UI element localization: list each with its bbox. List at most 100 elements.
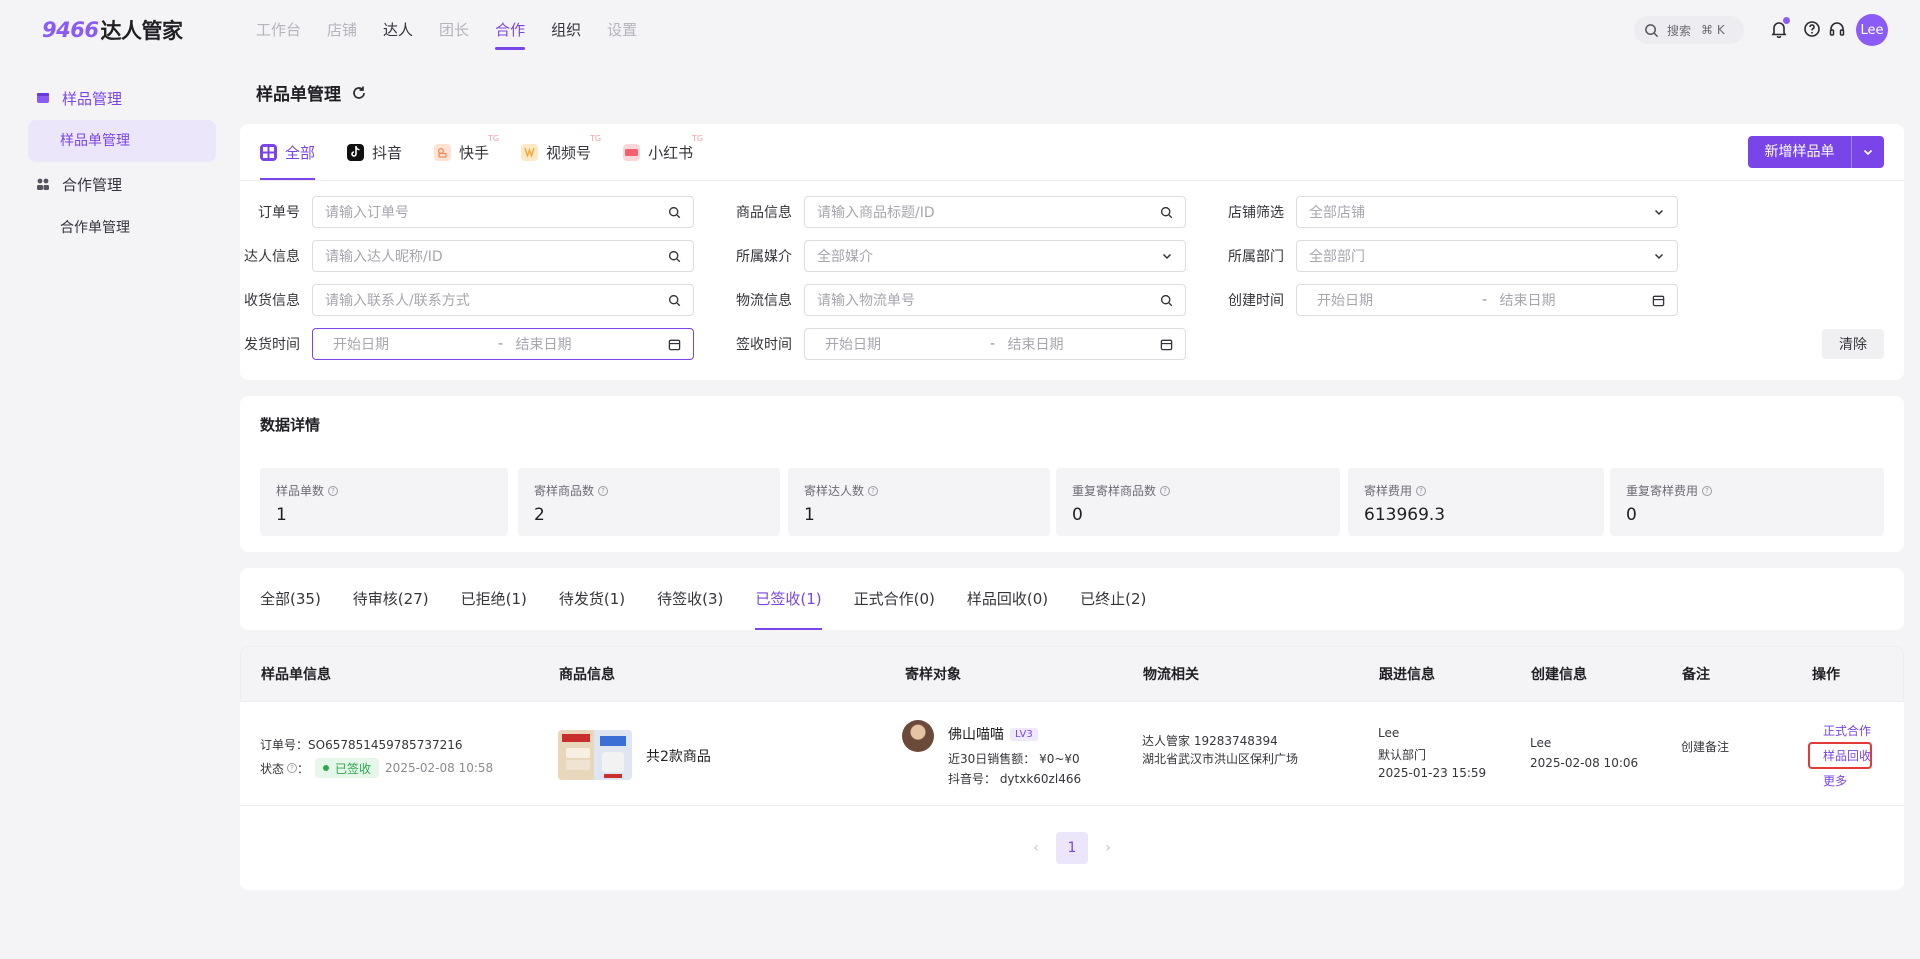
question-icon[interactable]: ? — [1702, 485, 1713, 496]
status-label: 状态 — [260, 761, 285, 776]
logistics-placeholder: 请输入物流单号 — [817, 293, 915, 309]
column-header: 商品信息 — [559, 667, 615, 683]
grid-people-icon — [37, 178, 49, 190]
receiver-input[interactable]: 请输入联系人/联系方式 — [312, 284, 694, 316]
question-icon[interactable]: ? — [868, 485, 879, 496]
creator-name[interactable]: 佛山喵喵 — [948, 727, 1004, 743]
status-tab-formal-cooperation[interactable]: 正式合作(0) — [854, 568, 935, 630]
media-select[interactable]: 全部媒介 — [804, 240, 1186, 272]
page-number[interactable]: 1 — [1056, 832, 1088, 864]
headset-icon[interactable] — [1828, 20, 1848, 40]
created-date-range[interactable]: 开始日期 - 结束日期 — [1296, 284, 1678, 316]
question-icon[interactable]: ? — [328, 485, 339, 496]
sidebar-item-coop-orders[interactable]: 合作单管理 — [28, 207, 216, 249]
status-badge-text: 已签收 — [335, 761, 372, 776]
status-tab-to-sign[interactable]: 待签收(3) — [657, 568, 723, 630]
product-thumbnail[interactable] — [558, 730, 632, 780]
brand-logo[interactable]: 9466 达人管家 — [42, 16, 183, 44]
formal-cooperation-link[interactable]: 正式合作 — [1823, 722, 1871, 739]
shipped-date-range[interactable]: 开始日期 - 结束日期 — [312, 328, 694, 360]
clear-filters-button[interactable]: 清除 — [1822, 329, 1884, 359]
range-separator: - — [989, 336, 996, 352]
sample-recycle-link[interactable]: 样品回收 — [1823, 747, 1871, 764]
table-row: 订单号：SO657851459785737216 状态 ? ： 已签收 2025… — [240, 702, 1904, 806]
question-icon[interactable]: ? — [287, 763, 298, 773]
user-avatar[interactable]: Lee — [1856, 14, 1888, 46]
chevron-right-icon[interactable]: › — [1092, 840, 1124, 856]
status-badge: 已签收 — [315, 758, 380, 778]
order-no-input[interactable]: 请输入订单号 — [312, 196, 694, 228]
chevron-down-icon[interactable] — [1852, 146, 1884, 158]
status-tab-terminated[interactable]: 已终止(2) — [1080, 568, 1146, 630]
filter-signed: 签收时间 开始日期 - 结束日期 — [732, 328, 1186, 360]
order-no-placeholder: 请输入订单号 — [325, 205, 409, 221]
status-tab-rejected[interactable]: 已拒绝(1) — [461, 568, 527, 630]
stat-label: 重复寄样商品数 — [1072, 484, 1157, 498]
search-icon — [668, 294, 681, 306]
nav-shop[interactable]: 店铺 — [327, 0, 357, 60]
tab-video-account[interactable]: 视频号 TG — [521, 124, 601, 180]
creator-input[interactable]: 请输入达人昵称/ID — [312, 240, 694, 272]
more-link[interactable]: 更多 — [1823, 772, 1847, 789]
tab-xiaohongshu[interactable]: 小红书 TG — [623, 124, 703, 180]
nav-organization[interactable]: 组织 — [551, 0, 581, 60]
help-icon[interactable] — [1803, 20, 1823, 40]
question-icon[interactable]: ? — [1416, 485, 1427, 496]
chevron-left-icon[interactable]: ‹ — [1020, 840, 1052, 856]
tab-kuaishou[interactable]: 快手 TG — [434, 124, 499, 180]
creator-name-line: 佛山喵喵 LV3 — [948, 724, 1038, 744]
stat-value: 1 — [276, 505, 287, 525]
sidebar-group-label: 合作管理 — [62, 175, 123, 194]
filter-label: 收货信息 — [244, 293, 300, 309]
end-date-placeholder: 结束日期 — [1007, 337, 1064, 353]
product-input[interactable]: 请输入商品标题/ID — [804, 196, 1186, 228]
status-time: 2025-02-08 10:58 — [385, 761, 494, 775]
new-sample-order-button[interactable]: 新增样品单 — [1748, 136, 1884, 168]
sidebar-group-sample[interactable]: 样品管理 — [36, 84, 122, 112]
filter-label: 店铺筛选 — [1228, 205, 1284, 221]
order-no-value[interactable]: SO657851459785737216 — [308, 738, 463, 752]
bell-icon[interactable] — [1770, 17, 1790, 40]
column-header: 操作 — [1812, 667, 1840, 683]
creator-avatar[interactable] — [902, 720, 934, 752]
stat-sample-cost: 寄样费用? 613969.3 — [1348, 468, 1604, 536]
remark[interactable]: 创建备注 — [1681, 738, 1729, 755]
dept-select[interactable]: 全部部门 — [1296, 240, 1678, 272]
follow-time: 2025-01-23 15:59 — [1378, 766, 1487, 780]
tab-all-platforms[interactable]: 全部 — [260, 124, 316, 180]
end-date-placeholder: 结束日期 — [515, 337, 572, 353]
signed-date-range[interactable]: 开始日期 - 结束日期 — [804, 328, 1186, 360]
refresh-icon[interactable] — [351, 85, 367, 101]
status-dot — [323, 765, 330, 771]
status-tab-sample-recycle[interactable]: 样品回收(0) — [967, 568, 1048, 630]
filter-order-no: 订单号 请输入订单号 — [240, 196, 694, 228]
sidebar-item-sample-orders[interactable]: 样品单管理 — [28, 120, 216, 162]
status-tab-to-ship[interactable]: 待发货(1) — [559, 568, 625, 630]
global-search[interactable]: 搜索 ⌘ K — [1634, 16, 1744, 44]
search-icon — [1160, 294, 1173, 306]
grid-icon — [260, 143, 277, 161]
logistics-input[interactable]: 请输入物流单号 — [804, 284, 1186, 316]
product-count[interactable]: 共2款商品 — [646, 746, 711, 766]
page-title-text: 样品单管理 — [256, 85, 341, 105]
status-tab-pending-review[interactable]: 待审核(27) — [353, 568, 429, 630]
question-icon[interactable]: ? — [598, 485, 609, 496]
data-details-panel: 数据详情 样品单数? 1 寄样商品数? 2 寄样达人数? 1 重复寄样商品数? … — [240, 396, 1904, 552]
question-icon[interactable]: ? — [1160, 485, 1171, 496]
search-label: 搜索 — [1667, 23, 1692, 38]
new-sample-order-label: 新增样品单 — [1748, 136, 1852, 168]
nav-settings[interactable]: 设置 — [607, 0, 637, 60]
status-tab-signed[interactable]: 已签收(1) — [755, 568, 822, 630]
calendar-icon — [668, 339, 681, 350]
nav-workbench[interactable]: 工作台 — [256, 0, 301, 60]
shop-select[interactable]: 全部店铺 — [1296, 196, 1678, 228]
tab-douyin[interactable]: 抖音 — [347, 124, 402, 180]
filter-dept: 所属部门 全部部门 — [1224, 240, 1678, 272]
sidebar-group-cooperation[interactable]: 合作管理 — [36, 170, 122, 198]
nav-creators[interactable]: 达人 — [383, 0, 413, 60]
logo-number: 9466 — [42, 18, 99, 42]
status-tab-all[interactable]: 全部(35) — [260, 568, 321, 630]
column-header: 创建信息 — [1531, 667, 1587, 683]
nav-cooperation[interactable]: 合作 — [495, 0, 526, 60]
nav-team-leader[interactable]: 团长 — [439, 0, 469, 60]
